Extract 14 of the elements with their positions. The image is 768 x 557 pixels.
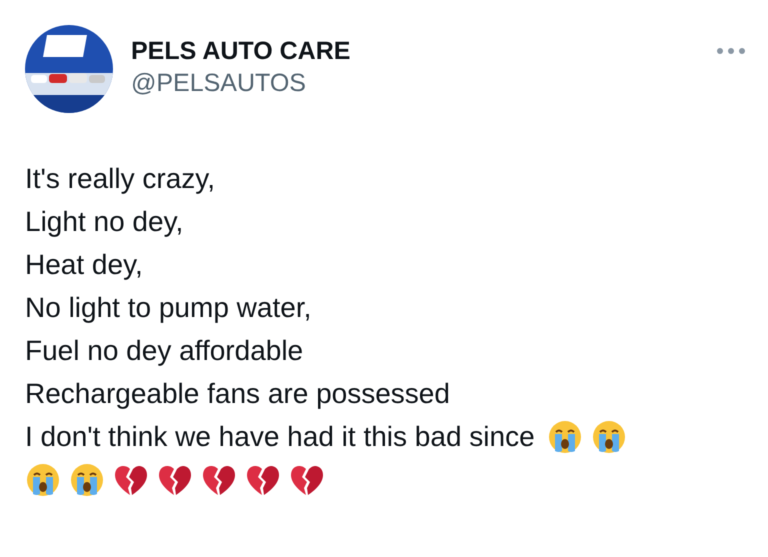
account-handle[interactable]: @PELSAUTOS bbox=[131, 67, 716, 99]
post-text-line: No light to pump water, bbox=[25, 291, 312, 325]
post-text-line: It's really crazy, bbox=[25, 162, 215, 196]
post-text-line: Light no dey, bbox=[25, 205, 184, 239]
post-text-line: I don't think we have had it this bad since bbox=[25, 420, 535, 454]
crying-face-icon bbox=[590, 418, 627, 454]
post-text-line: Heat dey, bbox=[25, 248, 143, 282]
crying-face-icon bbox=[25, 462, 61, 498]
more-icon[interactable] bbox=[716, 47, 746, 55]
post-text-line: Fuel no dey affordable bbox=[25, 334, 304, 368]
crying-face-icon bbox=[546, 418, 583, 454]
crying-face-icon bbox=[69, 462, 105, 498]
account-name[interactable]: PELS AUTO CARE bbox=[131, 35, 716, 67]
post-text-line: Rechargeable fans are possessed bbox=[25, 377, 450, 411]
